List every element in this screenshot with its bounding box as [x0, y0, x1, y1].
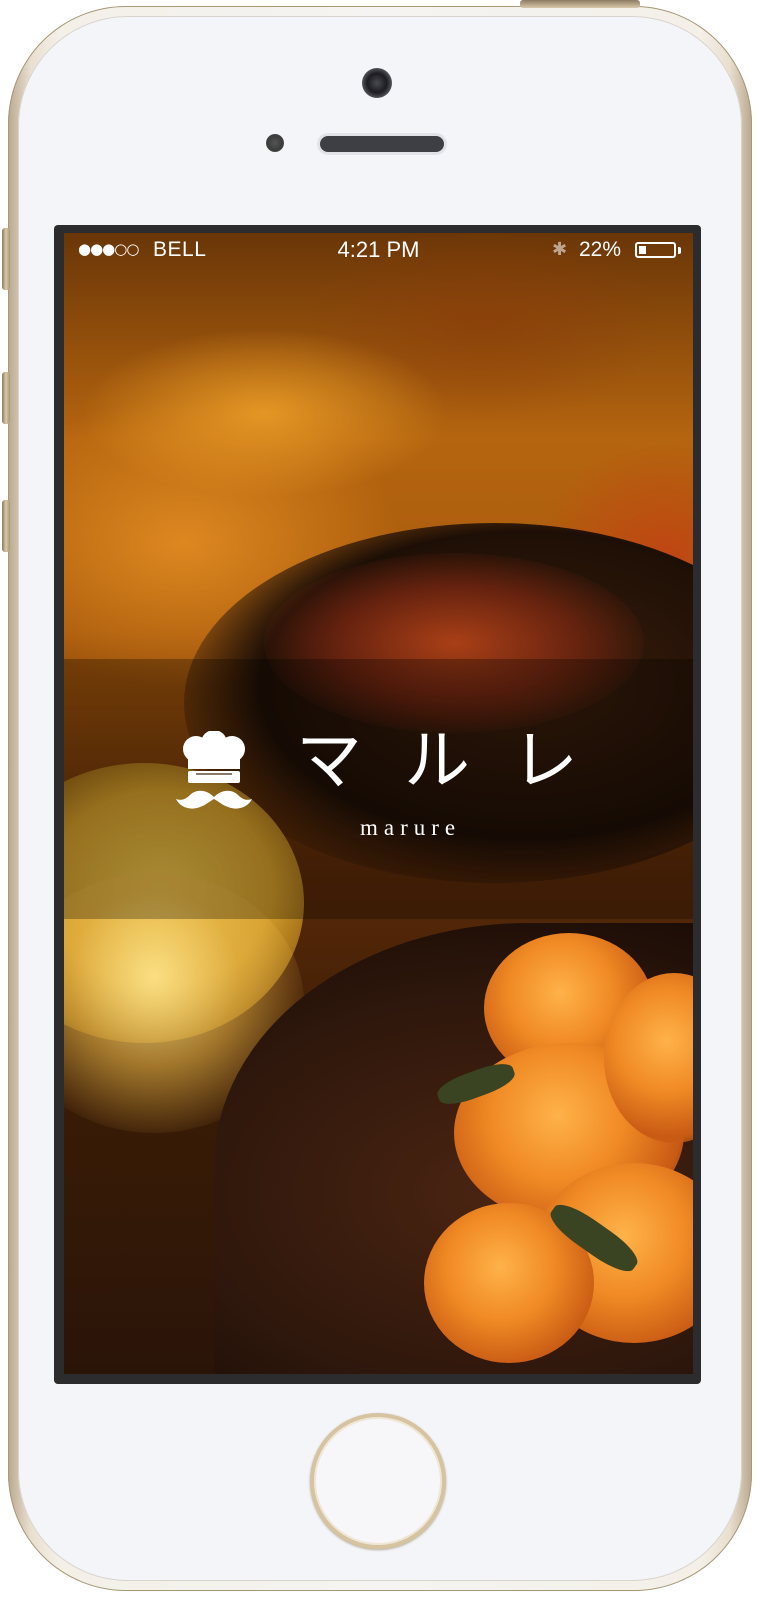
volume-down-button[interactable] [2, 500, 10, 552]
home-button[interactable] [310, 1413, 446, 1549]
mute-switch[interactable] [2, 228, 10, 290]
front-camera [362, 68, 392, 98]
battery-level-fill [639, 246, 646, 254]
earpiece-speaker [320, 136, 444, 152]
sleep-button[interactable] [520, 0, 640, 8]
battery-tip [678, 247, 681, 254]
volume-up-button[interactable] [2, 372, 10, 424]
battery-icon [635, 242, 676, 258]
app-title-english: marure [360, 815, 462, 840]
bluetooth-icon: ✱ [552, 239, 568, 260]
proximity-sensor [266, 134, 284, 152]
app-title-japanese: マルレ [296, 722, 620, 799]
chef-hat-mustache-icon [176, 731, 252, 809]
battery-percent: 22% [579, 238, 622, 261]
splash-screen[interactable]: ●●●○○ BELL 4:21 PM ✱ 22% マルレ marure [64, 233, 693, 1374]
status-bar: ●●●○○ BELL 4:21 PM ✱ 22% [64, 233, 693, 267]
